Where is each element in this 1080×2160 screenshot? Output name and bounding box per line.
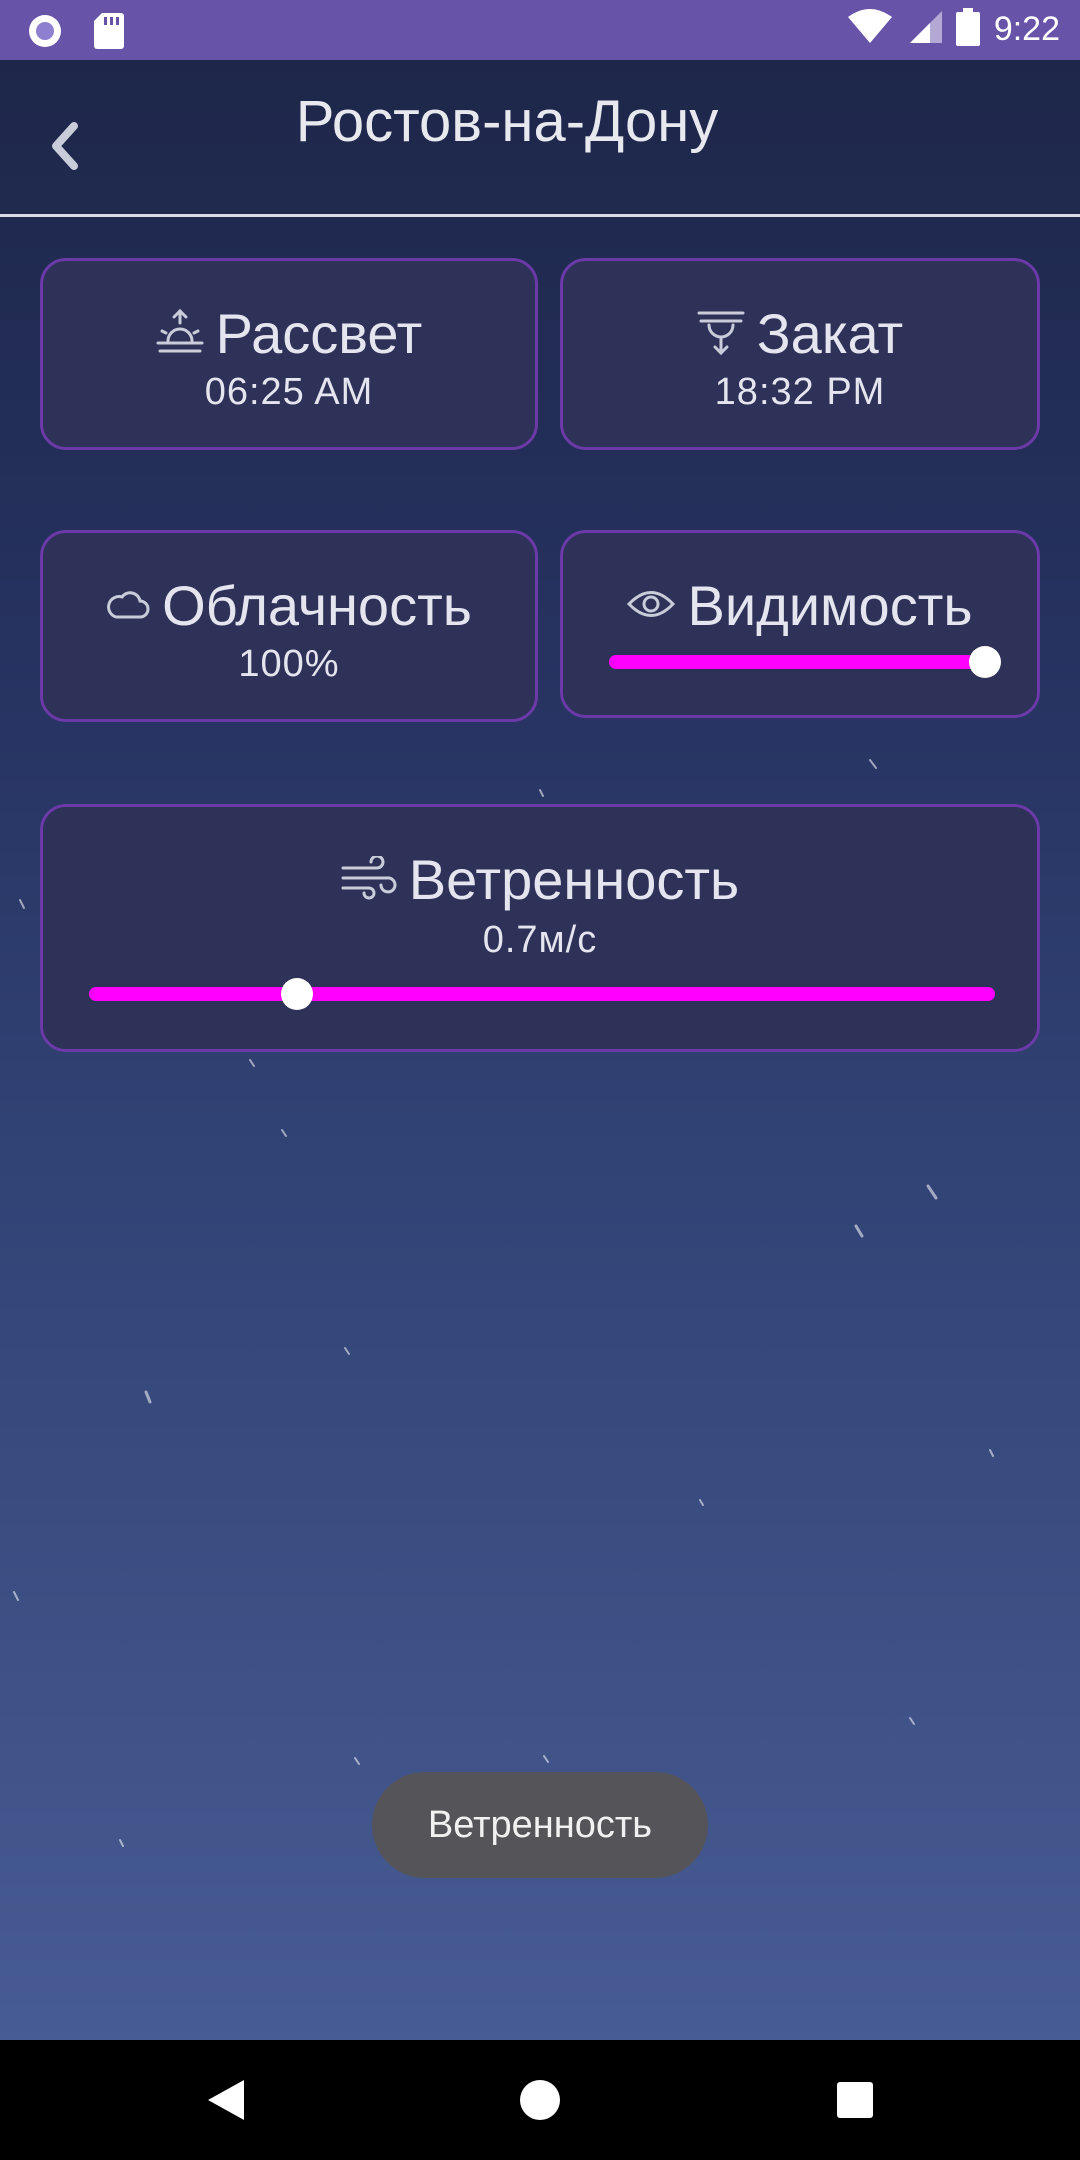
nav-recents-button[interactable] xyxy=(795,2040,915,2160)
sunrise-card: Рассвет 06:25 AM xyxy=(40,258,538,450)
nav-home-button[interactable] xyxy=(480,2040,600,2160)
sunrise-value: 06:25 AM xyxy=(204,371,374,413)
back-triangle-icon xyxy=(208,2080,244,2120)
eye-icon xyxy=(627,587,676,625)
sunrise-title: Рассвет xyxy=(215,302,423,365)
wind-slider-thumb[interactable] xyxy=(281,978,314,1010)
sunset-card: Закат 18:32 PM xyxy=(560,258,1040,450)
wind-card: Ветренность 0.7м/с xyxy=(40,804,1040,1052)
sunset-icon xyxy=(697,309,745,359)
toast-message: Ветренность xyxy=(372,1772,708,1878)
wind-icon xyxy=(341,854,397,904)
home-circle-icon xyxy=(520,2080,560,2120)
header: Ростов-на-Дону xyxy=(0,60,1080,216)
notification-circle-icon xyxy=(26,12,64,54)
cloud-icon xyxy=(106,587,150,625)
sunrise-icon xyxy=(156,308,204,359)
visibility-slider[interactable] xyxy=(609,646,1001,678)
status-time: 9:22 xyxy=(993,9,1060,48)
nav-back-button[interactable] xyxy=(166,2040,286,2160)
wind-value: 0.7м/с xyxy=(482,919,598,961)
header-divider xyxy=(0,214,1080,217)
visibility-title: Видимость xyxy=(687,574,973,637)
visibility-slider-thumb[interactable] xyxy=(969,646,1001,678)
cloudiness-value: 100% xyxy=(238,643,340,685)
sunset-title: Закат xyxy=(756,302,904,365)
cloudiness-title: Облачность xyxy=(162,574,472,637)
status-bar: 9:22 xyxy=(0,0,1080,60)
sunset-value: 18:32 PM xyxy=(714,371,886,413)
page-title: Ростов-на-Дону xyxy=(295,89,719,154)
battery-icon xyxy=(955,8,980,50)
recents-square-icon xyxy=(837,2082,873,2118)
wind-slider[interactable] xyxy=(89,978,995,1010)
cloudiness-card: Облачность 100% xyxy=(40,530,538,722)
wind-title: Ветренность xyxy=(408,848,740,911)
signal-icon xyxy=(906,9,942,49)
visibility-card: Видимость xyxy=(560,530,1040,718)
wifi-icon xyxy=(847,9,892,49)
navigation-bar xyxy=(0,2040,1080,2160)
sd-card-icon xyxy=(94,13,124,53)
